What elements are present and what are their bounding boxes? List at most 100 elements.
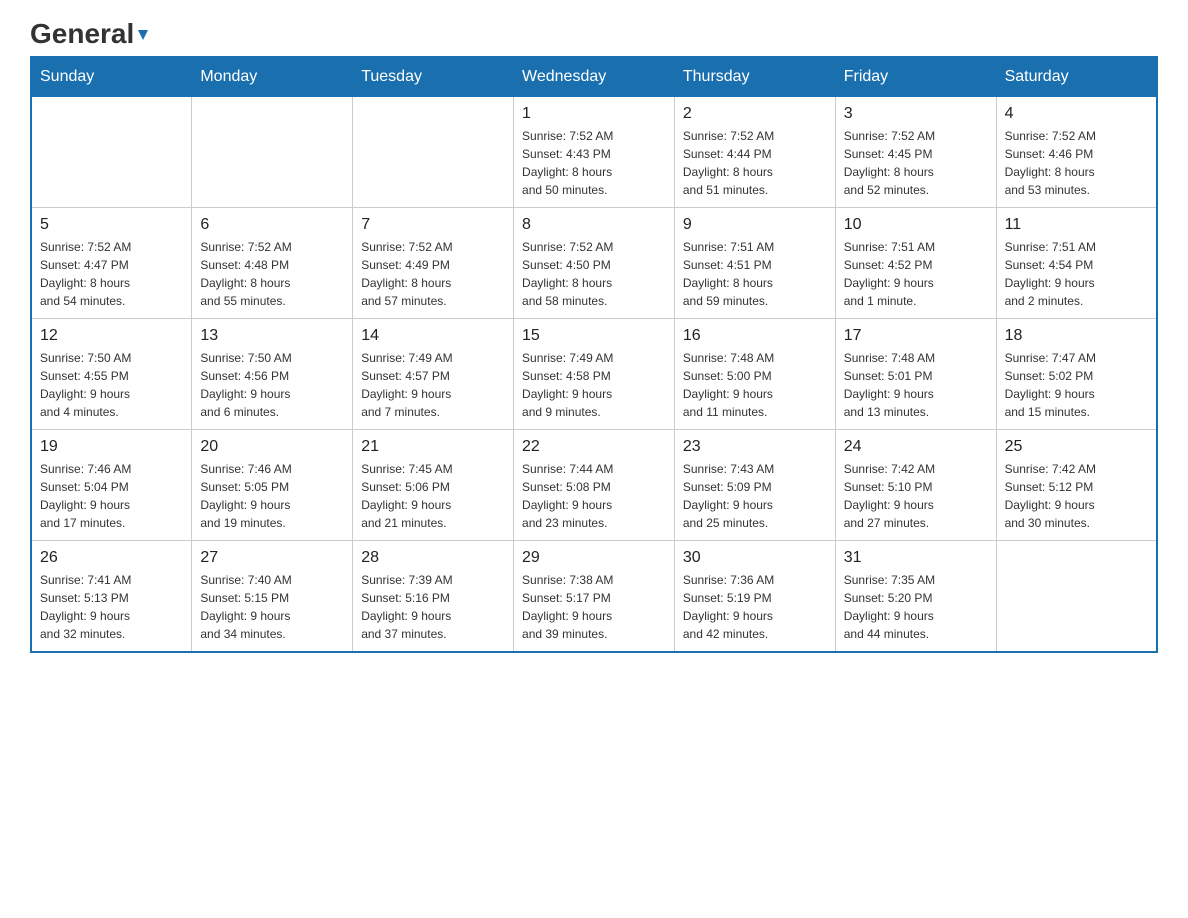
day-number: 15	[522, 327, 666, 345]
day-info: Sunrise: 7:42 AM Sunset: 5:10 PM Dayligh…	[844, 460, 988, 532]
day-number: 1	[522, 105, 666, 123]
day-number: 18	[1005, 327, 1148, 345]
day-number: 7	[361, 216, 505, 234]
calendar-cell: 17Sunrise: 7:48 AM Sunset: 5:01 PM Dayli…	[835, 319, 996, 430]
calendar-week-5: 26Sunrise: 7:41 AM Sunset: 5:13 PM Dayli…	[31, 541, 1157, 653]
day-info: Sunrise: 7:51 AM Sunset: 4:52 PM Dayligh…	[844, 238, 988, 310]
calendar-cell: 11 Sunrise: 7:51 AM Sunset: 4:54 PM Dayli…	[996, 208, 1157, 319]
calendar-cell: 2 Sunrise: 7:52 AM Sunset: 4:44 PM Daylig…	[674, 97, 835, 208]
calendar-cell: 8 Sunrise: 7:52 AM Sunset: 4:50 PM Daylig…	[514, 208, 675, 319]
calendar-cell	[192, 97, 353, 208]
day-info: Sunrise: 7:51 AM Sunset: 4:54 PM Dayligh…	[1005, 238, 1148, 310]
day-info: Sunrise: 7:50 AM Sunset: 4:55 PM Dayligh…	[40, 349, 183, 421]
day-info: Sunrise: 7:50 AM Sunset: 4:56 PM Dayligh…	[200, 349, 344, 421]
day-info: Sunrise: 7:36 AM Sunset: 5:19 PM Dayligh…	[683, 571, 827, 643]
day-info: Sunrise: 7:39 AM Sunset: 5:16 PM Dayligh…	[361, 571, 505, 643]
calendar-cell: 12 Sunrise: 7:50 AM Sunset: 4:55 PM Dayli…	[31, 319, 192, 430]
calendar-cell: 31 Sunrise: 7:35 AM Sunset: 5:20 PM Dayli…	[835, 541, 996, 653]
calendar-week-3: 12 Sunrise: 7:50 AM Sunset: 4:55 PM Dayli…	[31, 319, 1157, 430]
logo: General	[30, 20, 150, 46]
day-info: Sunrise: 7:52 AM Sunset: 4:45 PM Dayligh…	[844, 127, 988, 199]
calendar-cell: 18 Sunrise: 7:47 AM Sunset: 5:02 PM Dayli…	[996, 319, 1157, 430]
day-number: 30	[683, 549, 827, 567]
calendar-week-4: 19 Sunrise: 7:46 AM Sunset: 5:04 PM Dayli…	[31, 430, 1157, 541]
calendar-cell: 6 Sunrise: 7:52 AM Sunset: 4:48 PM Daylig…	[192, 208, 353, 319]
calendar-cell: 7 Sunrise: 7:52 AM Sunset: 4:49 PM Daylig…	[353, 208, 514, 319]
day-number: 28	[361, 549, 505, 567]
calendar-cell	[31, 97, 192, 208]
day-number: 2	[683, 105, 827, 123]
calendar-cell: 22 Sunrise: 7:44 AM Sunset: 5:08 PM Dayli…	[514, 430, 675, 541]
day-number: 13	[200, 327, 344, 345]
calendar-cell: 28 Sunrise: 7:39 AM Sunset: 5:16 PM Dayli…	[353, 541, 514, 653]
weekday-header-wednesday: Wednesday	[514, 57, 675, 97]
day-info: Sunrise: 7:52 AM Sunset: 4:43 PM Dayligh…	[522, 127, 666, 199]
weekday-header-monday: Monday	[192, 57, 353, 97]
calendar-cell: 29Sunrise: 7:38 AM Sunset: 5:17 PM Dayli…	[514, 541, 675, 653]
calendar-cell: 16 Sunrise: 7:48 AM Sunset: 5:00 PM Dayli…	[674, 319, 835, 430]
calendar-cell: 13 Sunrise: 7:50 AM Sunset: 4:56 PM Dayli…	[192, 319, 353, 430]
day-number: 31	[844, 549, 988, 567]
calendar-cell: 25 Sunrise: 7:42 AM Sunset: 5:12 PM Dayli…	[996, 430, 1157, 541]
day-number: 3	[844, 105, 988, 123]
day-info: Sunrise: 7:52 AM Sunset: 4:49 PM Dayligh…	[361, 238, 505, 310]
calendar-cell: 4 Sunrise: 7:52 AM Sunset: 4:46 PM Daylig…	[996, 97, 1157, 208]
calendar-header-row: SundayMondayTuesdayWednesdayThursdayFrid…	[31, 57, 1157, 97]
day-info: Sunrise: 7:47 AM Sunset: 5:02 PM Dayligh…	[1005, 349, 1148, 421]
day-info: Sunrise: 7:35 AM Sunset: 5:20 PM Dayligh…	[844, 571, 988, 643]
day-info: Sunrise: 7:52 AM Sunset: 4:48 PM Dayligh…	[200, 238, 344, 310]
weekday-header-friday: Friday	[835, 57, 996, 97]
day-number: 11	[1005, 216, 1148, 234]
day-number: 5	[40, 216, 183, 234]
day-number: 16	[683, 327, 827, 345]
calendar-cell	[996, 541, 1157, 653]
day-info: Sunrise: 7:51 AM Sunset: 4:51 PM Dayligh…	[683, 238, 827, 310]
day-info: Sunrise: 7:48 AM Sunset: 5:00 PM Dayligh…	[683, 349, 827, 421]
day-info: Sunrise: 7:40 AM Sunset: 5:15 PM Dayligh…	[200, 571, 344, 643]
day-info: Sunrise: 7:44 AM Sunset: 5:08 PM Dayligh…	[522, 460, 666, 532]
day-number: 17	[844, 327, 988, 345]
day-number: 19	[40, 438, 183, 456]
day-number: 8	[522, 216, 666, 234]
day-info: Sunrise: 7:42 AM Sunset: 5:12 PM Dayligh…	[1005, 460, 1148, 532]
weekday-header-thursday: Thursday	[674, 57, 835, 97]
day-info: Sunrise: 7:52 AM Sunset: 4:50 PM Dayligh…	[522, 238, 666, 310]
day-number: 26	[40, 549, 183, 567]
calendar-cell: 5 Sunrise: 7:52 AM Sunset: 4:47 PM Daylig…	[31, 208, 192, 319]
calendar-cell: 26Sunrise: 7:41 AM Sunset: 5:13 PM Dayli…	[31, 541, 192, 653]
day-number: 12	[40, 327, 183, 345]
calendar-cell: 10 Sunrise: 7:51 AM Sunset: 4:52 PM Dayli…	[835, 208, 996, 319]
day-number: 22	[522, 438, 666, 456]
day-number: 14	[361, 327, 505, 345]
day-info: Sunrise: 7:46 AM Sunset: 5:05 PM Dayligh…	[200, 460, 344, 532]
calendar-cell: 15 Sunrise: 7:49 AM Sunset: 4:58 PM Dayli…	[514, 319, 675, 430]
calendar-cell: 21Sunrise: 7:45 AM Sunset: 5:06 PM Dayli…	[353, 430, 514, 541]
day-number: 4	[1005, 105, 1148, 123]
weekday-header-tuesday: Tuesday	[353, 57, 514, 97]
day-number: 6	[200, 216, 344, 234]
calendar-cell: 30 Sunrise: 7:36 AM Sunset: 5:19 PM Dayli…	[674, 541, 835, 653]
day-info: Sunrise: 7:46 AM Sunset: 5:04 PM Dayligh…	[40, 460, 183, 532]
calendar-cell: 24Sunrise: 7:42 AM Sunset: 5:10 PM Dayli…	[835, 430, 996, 541]
calendar-week-1: 1 Sunrise: 7:52 AM Sunset: 4:43 PM Daylig…	[31, 97, 1157, 208]
day-info: Sunrise: 7:52 AM Sunset: 4:47 PM Dayligh…	[40, 238, 183, 310]
calendar-cell: 20Sunrise: 7:46 AM Sunset: 5:05 PM Dayli…	[192, 430, 353, 541]
calendar-cell: 23Sunrise: 7:43 AM Sunset: 5:09 PM Dayli…	[674, 430, 835, 541]
day-number: 10	[844, 216, 988, 234]
day-number: 27	[200, 549, 344, 567]
calendar-cell: 1 Sunrise: 7:52 AM Sunset: 4:43 PM Daylig…	[514, 97, 675, 208]
day-info: Sunrise: 7:52 AM Sunset: 4:46 PM Dayligh…	[1005, 127, 1148, 199]
weekday-header-sunday: Sunday	[31, 57, 192, 97]
day-info: Sunrise: 7:52 AM Sunset: 4:44 PM Dayligh…	[683, 127, 827, 199]
logo-text: General	[30, 20, 150, 48]
day-info: Sunrise: 7:45 AM Sunset: 5:06 PM Dayligh…	[361, 460, 505, 532]
day-number: 29	[522, 549, 666, 567]
day-number: 25	[1005, 438, 1148, 456]
weekday-header-saturday: Saturday	[996, 57, 1157, 97]
calendar-cell: 19 Sunrise: 7:46 AM Sunset: 5:04 PM Dayli…	[31, 430, 192, 541]
day-number: 9	[683, 216, 827, 234]
page-header: General	[30, 20, 1158, 46]
calendar-cell: 9 Sunrise: 7:51 AM Sunset: 4:51 PM Daylig…	[674, 208, 835, 319]
calendar-cell: 3 Sunrise: 7:52 AM Sunset: 4:45 PM Daylig…	[835, 97, 996, 208]
day-info: Sunrise: 7:49 AM Sunset: 4:58 PM Dayligh…	[522, 349, 666, 421]
